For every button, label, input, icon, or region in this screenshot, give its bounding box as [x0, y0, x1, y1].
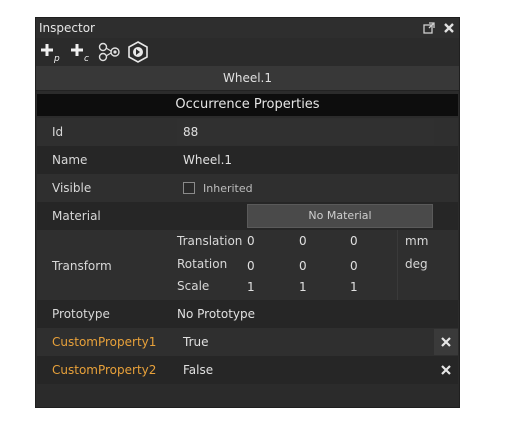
- property-row-material: Material No Material: [37, 202, 458, 230]
- translation-label: Translation: [177, 234, 243, 248]
- custom-property-1-label: CustomProperty1: [52, 335, 157, 349]
- name-value[interactable]: Wheel.1: [183, 153, 232, 167]
- inherited-label: Inherited: [203, 182, 253, 195]
- prototype-value[interactable]: No Prototype: [177, 307, 255, 321]
- rotation-y[interactable]: 0: [299, 259, 329, 273]
- id-field[interactable]: 88: [177, 119, 434, 145]
- property-row-name: Name Wheel.1: [37, 146, 458, 174]
- delete-custom-property-1-button[interactable]: [434, 329, 458, 355]
- target-icon[interactable]: [127, 41, 149, 63]
- toolbar: p c: [36, 38, 459, 66]
- property-row-prototype: Prototype No Prototype: [37, 300, 458, 328]
- translation-x[interactable]: 0: [247, 234, 277, 248]
- transform-label: Transform: [52, 259, 112, 273]
- inspector-panel: Inspector p c Wheel.1 Occurrence Propert…: [35, 17, 460, 408]
- material-button[interactable]: No Material: [247, 204, 433, 228]
- rotation-x[interactable]: 0: [247, 259, 277, 273]
- delete-icon: [441, 365, 451, 375]
- property-row-id: Id 88: [37, 118, 458, 146]
- custom-property-1-value[interactable]: True: [183, 335, 209, 349]
- add-property-icon[interactable]: p: [40, 41, 62, 64]
- occurrence-name-bar: Wheel.1: [36, 66, 459, 91]
- rotation-label: Rotation: [177, 257, 228, 271]
- scale-label: Scale: [177, 279, 210, 293]
- custom-property-2-label: CustomProperty2: [52, 363, 157, 377]
- close-icon[interactable]: [443, 22, 455, 34]
- svg-text:p: p: [53, 54, 60, 63]
- property-row-transform: Transform Translation 0 0 0 mm Rotation …: [37, 230, 458, 300]
- custom-property-2-value[interactable]: False: [183, 363, 213, 377]
- name-label: Name: [52, 153, 88, 167]
- popout-icon[interactable]: [423, 22, 435, 34]
- svg-text:c: c: [84, 54, 89, 63]
- translation-y[interactable]: 0: [299, 234, 329, 248]
- delete-custom-property-2-button[interactable]: [434, 357, 458, 383]
- title-bar: Inspector: [36, 18, 459, 38]
- translation-z[interactable]: 0: [350, 234, 380, 248]
- id-value: 88: [183, 125, 199, 139]
- property-row-visible: Visible Inherited: [37, 174, 458, 202]
- unit-divider: [397, 230, 398, 300]
- scale-z[interactable]: 1: [350, 280, 380, 294]
- add-component-icon[interactable]: c: [70, 41, 92, 64]
- translation-unit: mm: [405, 234, 429, 248]
- hierarchy-icon[interactable]: [98, 41, 122, 63]
- material-label: Material: [52, 209, 101, 223]
- visible-checkbox[interactable]: [183, 182, 195, 194]
- rotation-unit: deg: [405, 257, 428, 271]
- property-row-custom-2: CustomProperty2 False: [37, 356, 458, 384]
- scale-y[interactable]: 1: [299, 280, 329, 294]
- visible-label: Visible: [52, 181, 92, 195]
- scale-x[interactable]: 1: [247, 280, 277, 294]
- property-row-custom-1: CustomProperty1 True: [37, 328, 458, 356]
- window-title: Inspector: [39, 21, 95, 35]
- prototype-label: Prototype: [52, 307, 110, 321]
- delete-icon: [441, 337, 451, 347]
- id-label: Id: [52, 125, 64, 139]
- rotation-z[interactable]: 0: [350, 259, 380, 273]
- section-header: Occurrence Properties: [37, 94, 458, 116]
